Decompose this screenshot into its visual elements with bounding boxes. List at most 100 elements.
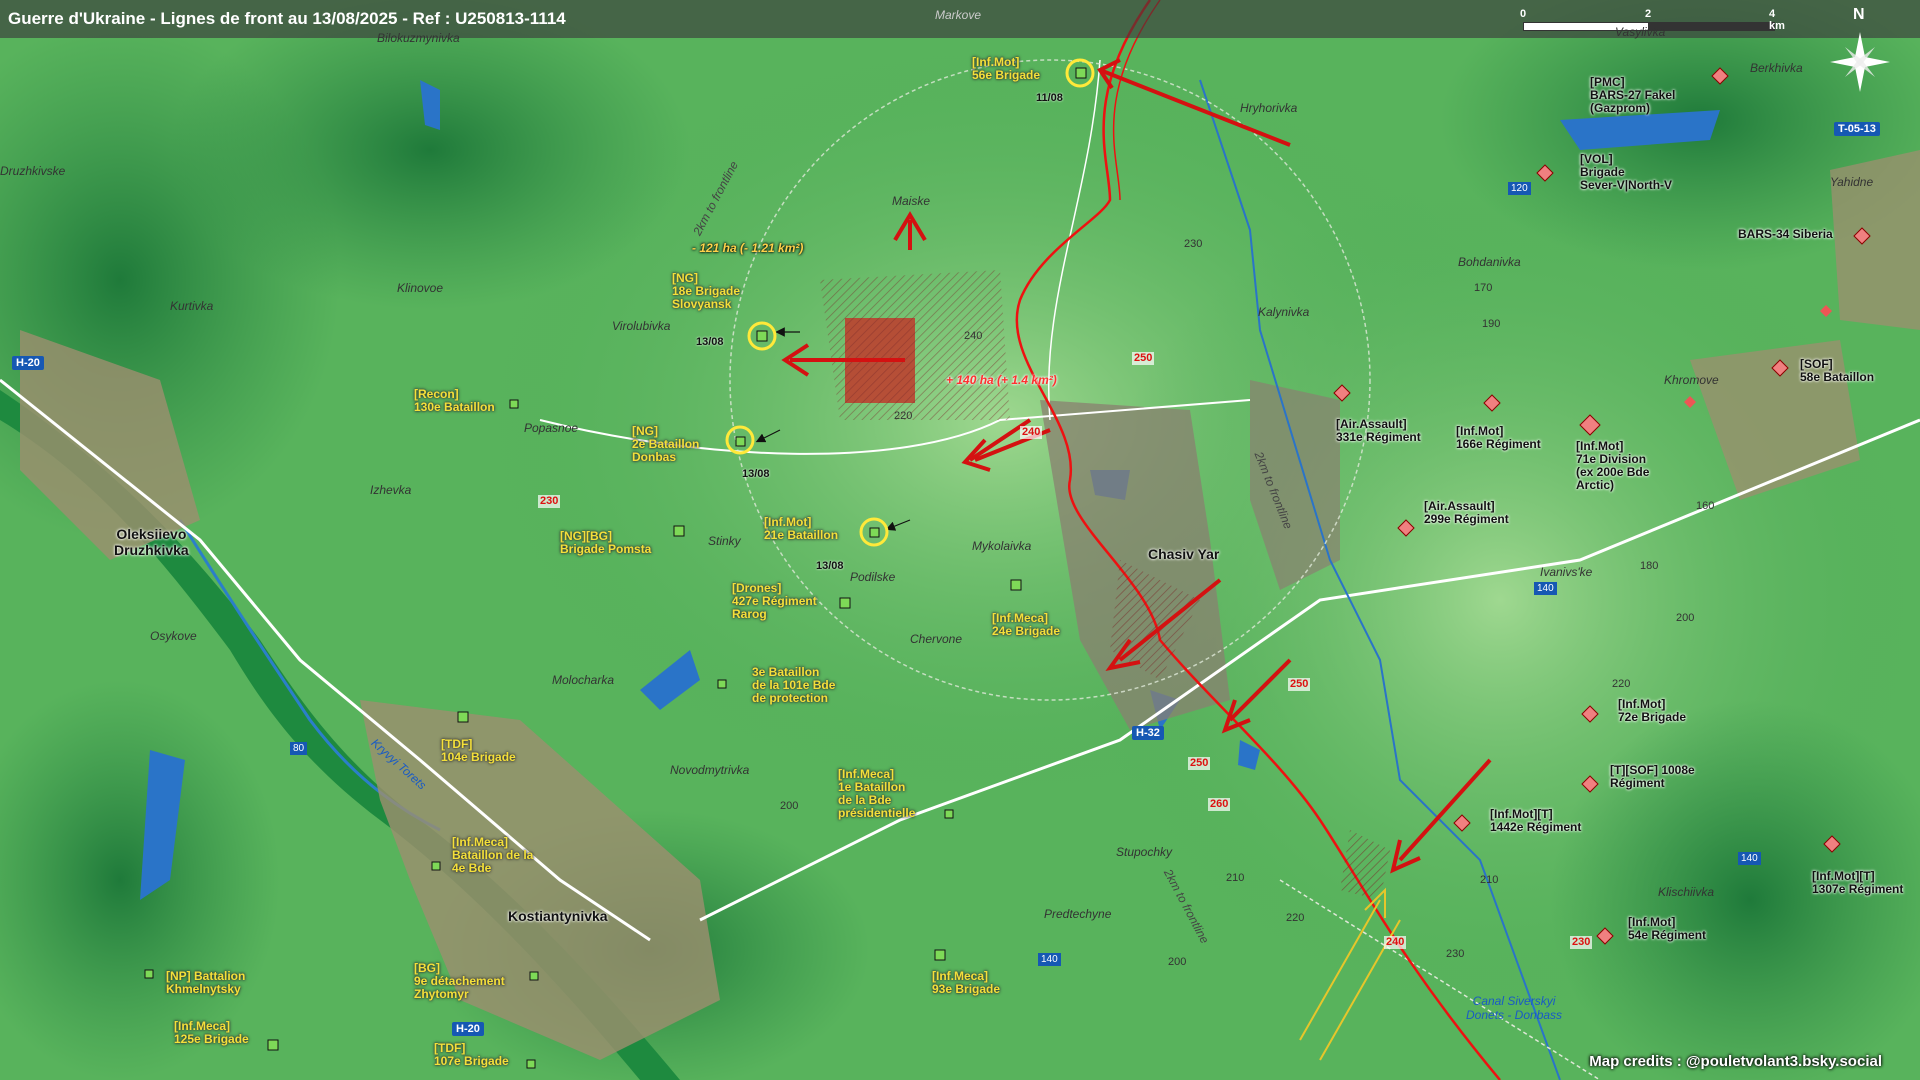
ua-unit-label[interactable]: [NP] Battalion Khmelnytsky [166,970,245,996]
ua-unit-label[interactable]: [TDF] 104e Brigade [441,738,516,764]
area-gain-label: + 140 ha (+ 1.4 km²) [946,373,1057,387]
height-mark: 260 [1208,798,1231,811]
ru-unit-label[interactable]: [SOF] 58e Bataillon [1800,358,1874,384]
altitude: 200 [1676,612,1695,624]
altitude: 200 [1168,956,1187,968]
ru-unit-label[interactable]: [Inf.Mot] 166e Régiment [1456,425,1541,451]
altitude: 190 [1482,318,1501,330]
town-druzhkivka: Oleksiievo Druzhkivka [114,526,189,558]
ru-unit-label[interactable]: [VOL] Brigade Sever-V|North-V [1580,153,1672,192]
ua-unit-label[interactable]: [Inf.Meca] Bataillon de la 4e Bde [452,836,533,875]
place-label: Ivanivs'ke [1540,565,1593,579]
road-shield: H-20 [452,1022,484,1036]
height-mark: 250 [1132,352,1155,365]
place-label: Stupochky [1116,845,1173,859]
ua-unit-label[interactable]: [Recon] 130e Bataillon [414,388,495,414]
compass-icon [1830,32,1890,92]
place-label: Hryhorivka [1240,101,1298,115]
place-label: Maiske [892,194,931,208]
height-mark: 240 [1384,936,1407,949]
altitude: 240 [964,330,983,342]
ru-unit-label[interactable]: [PMC] BARS-27 Fakel (Gazprom) [1590,76,1675,115]
ua-unit-label[interactable]: [NG] 2e Bataillon Donbas [632,425,699,464]
place-label: Khromove [1664,373,1719,387]
ru-unit-label[interactable]: [T][SOF] 1008e Régiment [1610,764,1695,790]
scale-label: 2 [1645,8,1652,20]
town-chasiv-yar: Chasiv Yar [1148,546,1220,562]
ru-unit-label[interactable]: [Inf.Mot][T] 1442e Régiment [1490,808,1581,834]
altitude: 210 [1226,872,1245,884]
ua-unit-label[interactable]: [BG] 9e détachement Zhytomyr [414,962,505,1001]
place-label: Bilokuzmynivka [377,31,460,45]
road-number: 120 [1508,182,1531,195]
area-loss-label: - 121 ha (- 1.21 km²) [692,241,804,255]
ua-unit-label[interactable]: [NG][BG] Brigade Pomsta [560,530,651,556]
height-mark: 230 [538,495,561,508]
ru-unit-label[interactable]: [Air.Assault] 331e Régiment [1336,418,1421,444]
altitude: 170 [1474,282,1493,294]
place-label: Mykolaivka [972,539,1032,553]
road-shield: H-32 [1132,726,1164,740]
place-label: Virolubivka [612,319,671,333]
map-credits: Map credits : @pouletvolant3.bsky.social [1589,1053,1882,1070]
place-label: Molocharka [552,673,615,687]
place-label: Osykove [150,629,197,643]
ua-unit-label[interactable]: [Drones] 427e Régiment Rarog [732,582,817,621]
road-number: 140 [1038,953,1061,966]
place-label: Stinky [708,534,741,548]
altitude: 180 [1640,560,1659,572]
place-label: Klischiivka [1658,885,1715,899]
place-label: Bohdanivka [1458,255,1521,269]
scale-label: 4 km [1769,8,1785,32]
town-kostiantynivka: Kostiantynivka [508,908,608,924]
place-label: Podilske [850,570,896,584]
place-label: Klinovoe [397,281,444,295]
road-number: 140 [1738,852,1761,865]
altitude: 220 [1612,678,1631,690]
scale-segment [1648,22,1775,31]
altitude: 160 [1696,500,1715,512]
ru-unit-label[interactable]: [Air.Assault] 299e Régiment [1424,500,1509,526]
road-shield: H-20 [12,356,44,370]
report-date: 13/08 [696,336,724,348]
ua-unit-label[interactable]: 3e Bataillon de la 101e Bde de protectio… [752,666,835,705]
ua-unit-label[interactable]: [Inf.Mot] 56e Brigade [972,56,1040,82]
road-shield: T-05-13 [1834,122,1880,136]
place-label: Chervone [910,632,963,646]
altitude: 200 [780,800,799,812]
height-mark: 240 [1020,426,1043,439]
place-label: Markove [935,8,982,22]
place-label: Novodmytrivka [670,763,750,777]
ru-unit-label[interactable]: [Inf.Mot] 71e Division (ex 200e Bde Arct… [1576,440,1649,492]
ua-unit-label[interactable]: [TDF] 107e Brigade [434,1042,509,1068]
ru-unit-label[interactable]: [Inf.Mot] 72e Brigade [1618,698,1686,724]
ua-unit-label[interactable]: [Inf.Meca] 1e Bataillon de la Bde présid… [838,768,915,820]
altitude: 220 [894,410,913,422]
ru-unit-label[interactable]: [Inf.Mot][T] 1307e Régiment [1812,870,1903,896]
place-label: Vasylivka [1615,25,1666,39]
ua-unit-label[interactable]: [Inf.Meca] 125e Brigade [174,1020,249,1046]
altitude: 230 [1446,948,1465,960]
place-label: Druzhkivske [0,164,66,178]
report-date: 13/08 [816,560,844,572]
place-label: Berkhivka [1750,61,1803,75]
ua-unit-label[interactable]: [Inf.Mot] 21e Bataillon [764,516,838,542]
compass-north-label: N [1853,6,1865,23]
place-label: Popasnoe [524,421,579,435]
ua-unit-label[interactable]: [Inf.Meca] 93e Brigade [932,970,1000,996]
place-label: Predtechyne [1044,907,1112,921]
canal-label: Canal Siverskyi Donets - Donbass [1466,994,1563,1022]
road-number: 140 [1534,582,1557,595]
ru-unit-label[interactable]: [Inf.Mot] 54e Régiment [1628,916,1706,942]
report-date: 13/08 [742,468,770,480]
height-mark: 250 [1188,757,1211,770]
place-label: Kurtivka [170,299,214,313]
report-date: 11/08 [1036,92,1063,104]
loss-zone [820,270,1010,420]
ua-unit-label[interactable]: [NG] 18e Brigade Slovyansk [672,272,740,311]
altitude: 230 [1184,238,1203,250]
compass-rose: N [1810,7,1910,112]
ru-unit-label[interactable]: BARS-34 Siberia [1738,228,1833,241]
altitude: 210 [1480,874,1499,886]
ua-unit-label[interactable]: [Inf.Meca] 24e Brigade [992,612,1060,638]
